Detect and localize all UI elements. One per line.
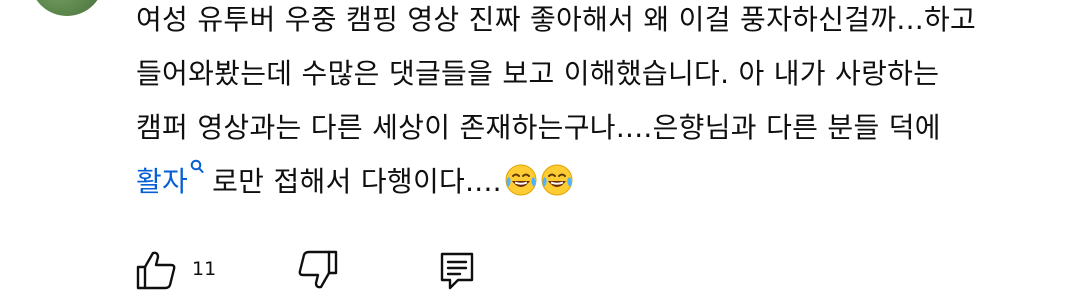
like-count: 11 (192, 258, 217, 280)
comment-line-4: 활자 로만 접해서 다행이다.... (136, 155, 1036, 209)
search-icon[interactable] (190, 159, 204, 183)
comment-line-1: 여성 유투버 우중 캠핑 영상 진짜 좋아해서 왜 이걸 풍자하신걸까...하고 (136, 3, 977, 36)
search-link-label[interactable]: 활자 (136, 165, 188, 198)
comment-line-3: 캠퍼 영상과는 다른 세상이 존재하는구나....은향님과 다른 분들 덕에 (136, 111, 941, 144)
comment-text: 여성 유투버 우중 캠핑 영상 진짜 좋아해서 왜 이걸 풍자하신걸까...하고… (136, 0, 1036, 209)
thumbs-down-icon[interactable] (296, 248, 340, 292)
comment-line-4-text: 로만 접해서 다행이다.... (212, 165, 502, 198)
avatar[interactable] (30, 0, 104, 16)
tears-of-joy-emoji-icon (505, 164, 537, 196)
reply-comment-icon[interactable] (436, 248, 480, 292)
search-link[interactable]: 활자 (136, 159, 212, 198)
like-button[interactable] (134, 248, 178, 292)
comment-actions: 11 (134, 248, 534, 292)
thumbs-up-icon[interactable] (134, 248, 178, 292)
dislike-button[interactable] (296, 248, 340, 292)
tears-of-joy-emoji-icon (541, 164, 573, 196)
reply-button[interactable] (436, 248, 480, 292)
comment-line-2: 들어와봤는데 수많은 댓글들을 보고 이해했습니다. 아 내가 사랑하는 (136, 57, 940, 90)
